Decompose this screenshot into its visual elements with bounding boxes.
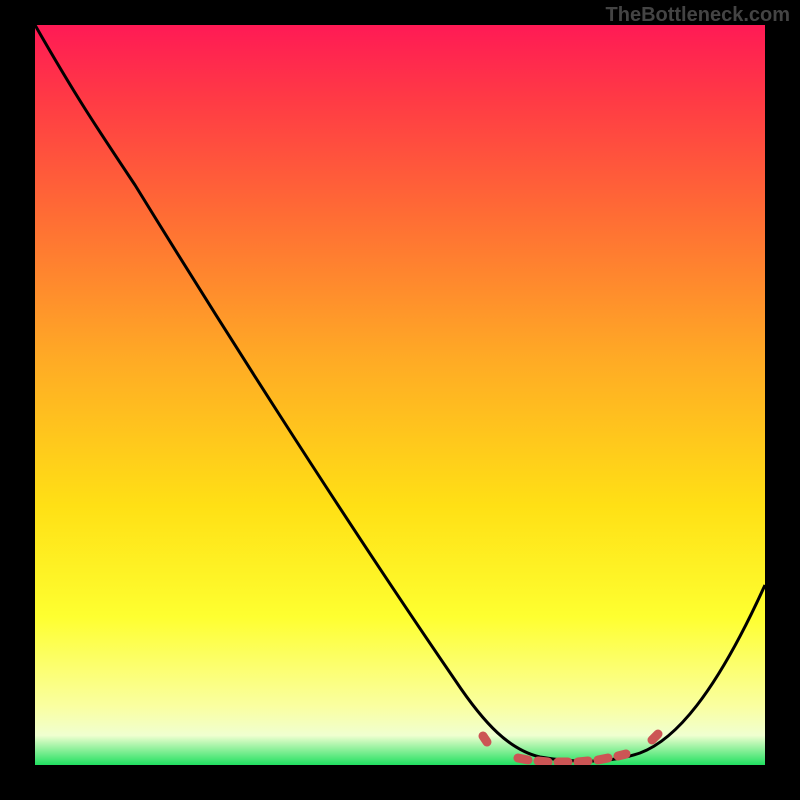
bottleneck-curve-line (35, 25, 765, 761)
watermark-text: TheBottleneck.com (606, 4, 790, 27)
chart-svg (35, 25, 765, 765)
chart-plot-area (35, 25, 765, 765)
optimal-zone-markers (483, 734, 658, 762)
